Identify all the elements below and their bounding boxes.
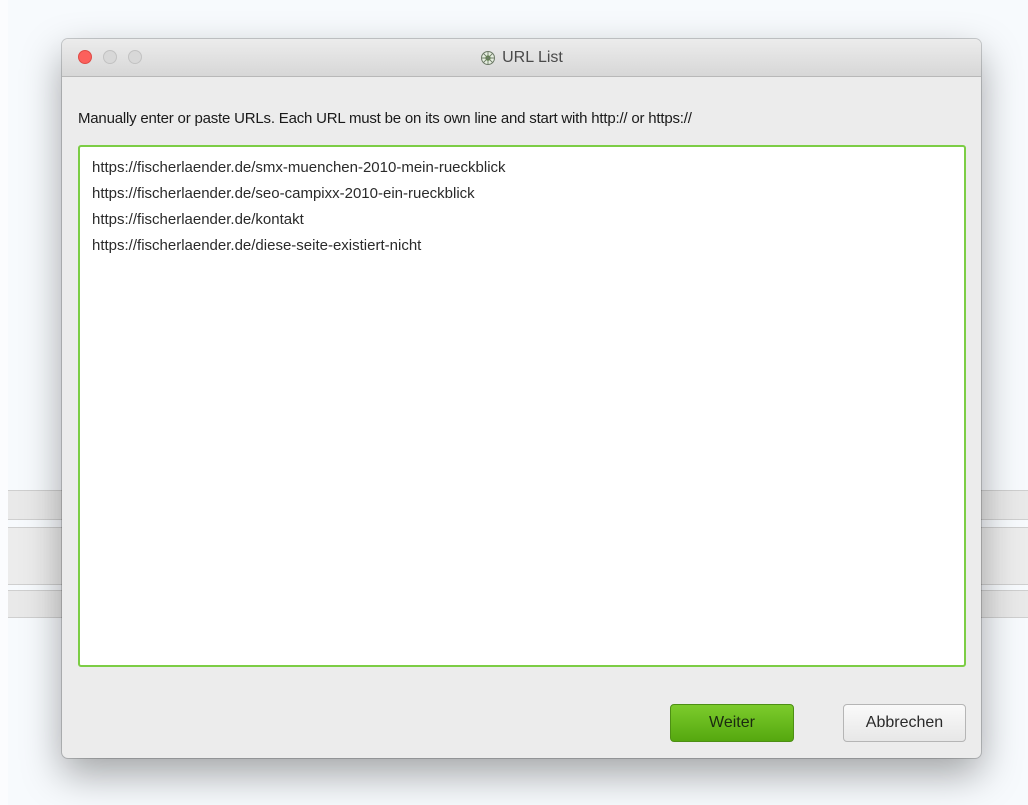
instruction-text: Manually enter or paste URLs. Each URL m… xyxy=(78,110,692,127)
window-title: URL List xyxy=(502,48,563,66)
url-line[interactable]: https://fischerlaender.de/diese-seite-ex… xyxy=(92,233,952,259)
background-edge xyxy=(0,0,8,805)
spider-icon xyxy=(480,50,496,66)
url-line[interactable]: https://fischerlaender.de/kontakt xyxy=(92,207,952,233)
url-line[interactable]: https://fischerlaender.de/smx-muenchen-2… xyxy=(92,155,952,181)
weiter-button[interactable]: Weiter xyxy=(670,704,794,742)
url-line[interactable]: https://fischerlaender.de/seo-campixx-20… xyxy=(92,181,952,207)
cancel-button[interactable]: Abbrechen xyxy=(843,704,966,742)
url-list-dialog: URL List Manually enter or paste URLs. E… xyxy=(62,39,981,758)
url-textarea[interactable]: https://fischerlaender.de/smx-muenchen-2… xyxy=(78,145,966,667)
title-bar[interactable]: URL List xyxy=(62,39,981,77)
window-title-group: URL List xyxy=(62,39,981,76)
